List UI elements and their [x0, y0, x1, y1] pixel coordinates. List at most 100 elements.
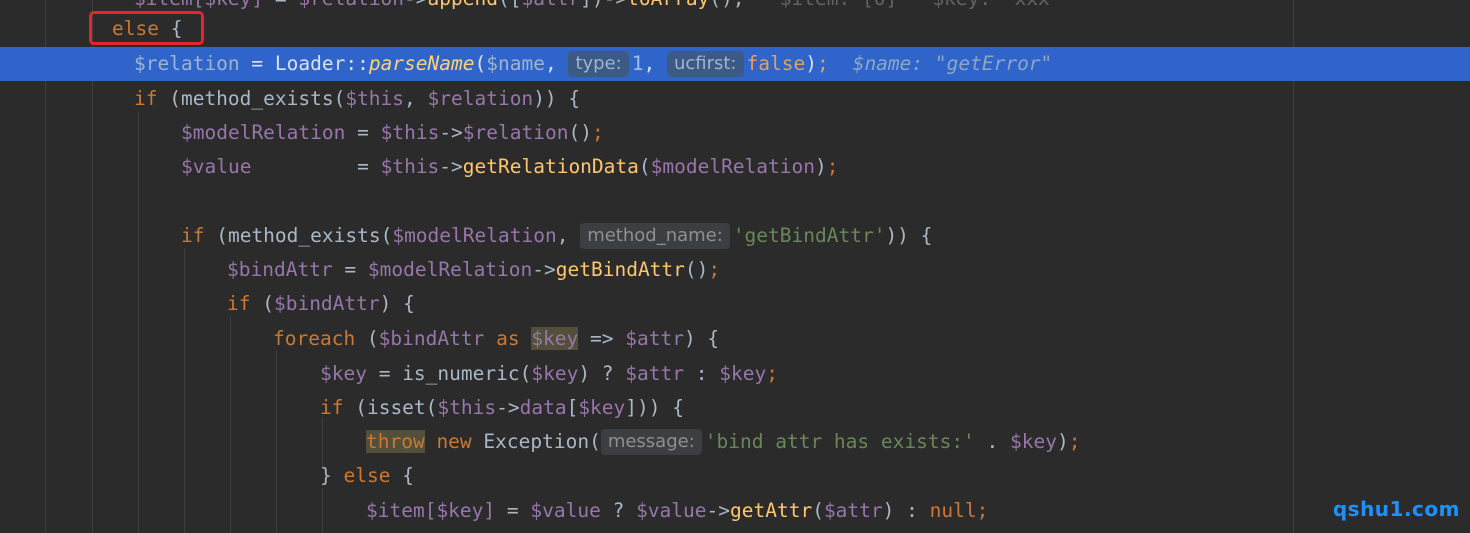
code-token: getRelationData: [462, 155, 639, 178]
code-token: ) {: [683, 327, 720, 350]
code-token: =: [495, 499, 531, 522]
code-text: $key = is_numeric($key) ? $attr : $key;: [320, 357, 778, 391]
parameter-hint: message:: [600, 429, 702, 455]
code-token: Loader::: [274, 52, 369, 75]
code-token: {: [908, 224, 933, 247]
code-line[interactable]: throw new Exception(message:'bind attr h…: [0, 425, 1470, 459]
code-token: $modelRelation: [650, 155, 816, 178]
code-token: $relation: [298, 0, 404, 10]
code-token: (): [568, 121, 592, 144]
code-token: $relation: [427, 87, 534, 110]
code-token: ): [1057, 430, 1069, 453]
code-token: (method_exists(: [157, 87, 346, 110]
code-token: ,: [643, 52, 667, 75]
code-token: (: [250, 292, 274, 315]
code-token: ;: [1068, 430, 1081, 453]
code-token: $attr: [521, 0, 580, 10]
code-token: if: [181, 224, 205, 247]
code-line[interactable]: if (method_exists($modelRelation, method…: [0, 219, 1470, 253]
parameter-hint: method_name:: [580, 223, 730, 249]
else-highlight-box: [89, 11, 204, 45]
code-token: $relation: [134, 52, 240, 75]
code-token: ;: [708, 258, 721, 281]
debugger-inline-value: $item: [0] $key: "xxx": [745, 0, 1062, 10]
code-token: Exception(: [483, 430, 601, 453]
debugger-inline-value: $name: "getError": [852, 52, 1053, 75]
code-token: append: [428, 0, 498, 10]
code-line[interactable]: $bindAttr = $modelRelation->getBindAttr(…: [0, 253, 1470, 287]
code-token: ])) {: [625, 396, 684, 419]
code-token: foreach: [273, 327, 356, 350]
code-token: if: [320, 396, 344, 419]
code-token: $value: [636, 499, 707, 522]
code-line[interactable]: $item[$key] = $value ? $value->getAttr($…: [0, 494, 1470, 528]
code-line[interactable]: $modelRelation = $this->$relation();: [0, 116, 1470, 150]
code-token: null: [929, 499, 977, 522]
code-token: =: [263, 0, 298, 10]
code-token: $item[$key]: [366, 499, 496, 522]
code-token: (: [474, 52, 487, 75]
parameter-hint: ucfirst:: [666, 51, 744, 77]
code-line[interactable]: if (method_exists($this, $relation)) {: [0, 82, 1470, 116]
code-token: 'getBindAttr': [732, 224, 886, 247]
code-token: $value: [530, 499, 601, 522]
code-line[interactable]: } else {: [0, 459, 1470, 493]
code-token: ;: [826, 155, 839, 178]
code-text: $bindAttr = $modelRelation->getBindAttr(…: [227, 253, 720, 287]
code-token: ;: [816, 52, 829, 75]
code-token: (: [355, 327, 379, 350]
code-token: $modelRelation: [181, 121, 346, 144]
code-token: $modelRelation: [392, 224, 557, 247]
code-token: {: [390, 464, 414, 487]
code-token: (method_exists(: [204, 224, 393, 247]
code-text: if (method_exists($modelRelation, method…: [181, 219, 932, 253]
code-token: 'bind attr has exists:': [704, 430, 975, 453]
code-line[interactable]: $value = $this->getRelationData($modelRe…: [0, 150, 1470, 184]
code-text: if ($bindAttr) {: [227, 287, 415, 321]
code-token: .: [974, 430, 1011, 453]
code-editor[interactable]: $item[$key] = $relation->append([$attr])…: [0, 0, 1470, 533]
code-token: ->: [404, 0, 427, 10]
code-token: }: [320, 464, 344, 487]
code-token: $key: [1010, 430, 1058, 453]
code-token: =: [251, 155, 381, 178]
code-token: $attr: [625, 327, 684, 350]
code-token: 1: [631, 52, 644, 75]
code-token: false: [746, 52, 806, 75]
code-token: data: [519, 396, 567, 419]
code-token: (: [812, 499, 824, 522]
code-token: getBindAttr: [555, 258, 685, 281]
code-token: ,: [404, 87, 428, 110]
code-token: =: [239, 52, 275, 75]
code-token: $bindAttr: [378, 327, 485, 350]
code-text: if (method_exists($this, $relation)) {: [134, 82, 580, 116]
code-token: )): [885, 224, 909, 247]
code-line[interactable]: if ($bindAttr) {: [0, 287, 1470, 321]
usage-highlight: throw: [366, 430, 425, 453]
code-text: } else {: [320, 459, 414, 493]
code-line[interactable]: [0, 184, 1470, 218]
code-line[interactable]: $key = is_numeric($key) ? $attr : $key;: [0, 357, 1470, 391]
code-text: $item[$key] = $value ? $value->getAttr($…: [366, 494, 988, 528]
code-token: ) ?: [578, 362, 626, 385]
code-token: ): [882, 499, 895, 522]
code-line[interactable]: if (isset($this->data[$key])) {: [0, 391, 1470, 425]
code-line[interactable]: else {: [0, 12, 1470, 46]
code-token: ): [815, 155, 827, 178]
code-token: ): [805, 52, 817, 75]
code-line[interactable]: foreach ($bindAttr as $key => $attr) {: [0, 322, 1470, 356]
code-token: $attr: [823, 499, 883, 522]
code-token: else: [343, 464, 391, 487]
code-token: $bindAttr: [273, 292, 380, 315]
code-token: $this: [380, 121, 440, 144]
code-token: new: [424, 430, 484, 453]
code-text: $relation = Loader::parseName($name, typ…: [134, 47, 1052, 81]
code-token: ) {: [379, 292, 415, 315]
code-token: (: [638, 155, 651, 178]
code-token: ->: [532, 258, 556, 281]
code-token: ->: [439, 121, 463, 144]
code-token: if: [134, 87, 158, 110]
code-token: getAttr: [730, 499, 813, 522]
code-token: parseName: [368, 52, 475, 75]
current-execution-line[interactable]: $relation = Loader::parseName($name, typ…: [0, 47, 1470, 81]
